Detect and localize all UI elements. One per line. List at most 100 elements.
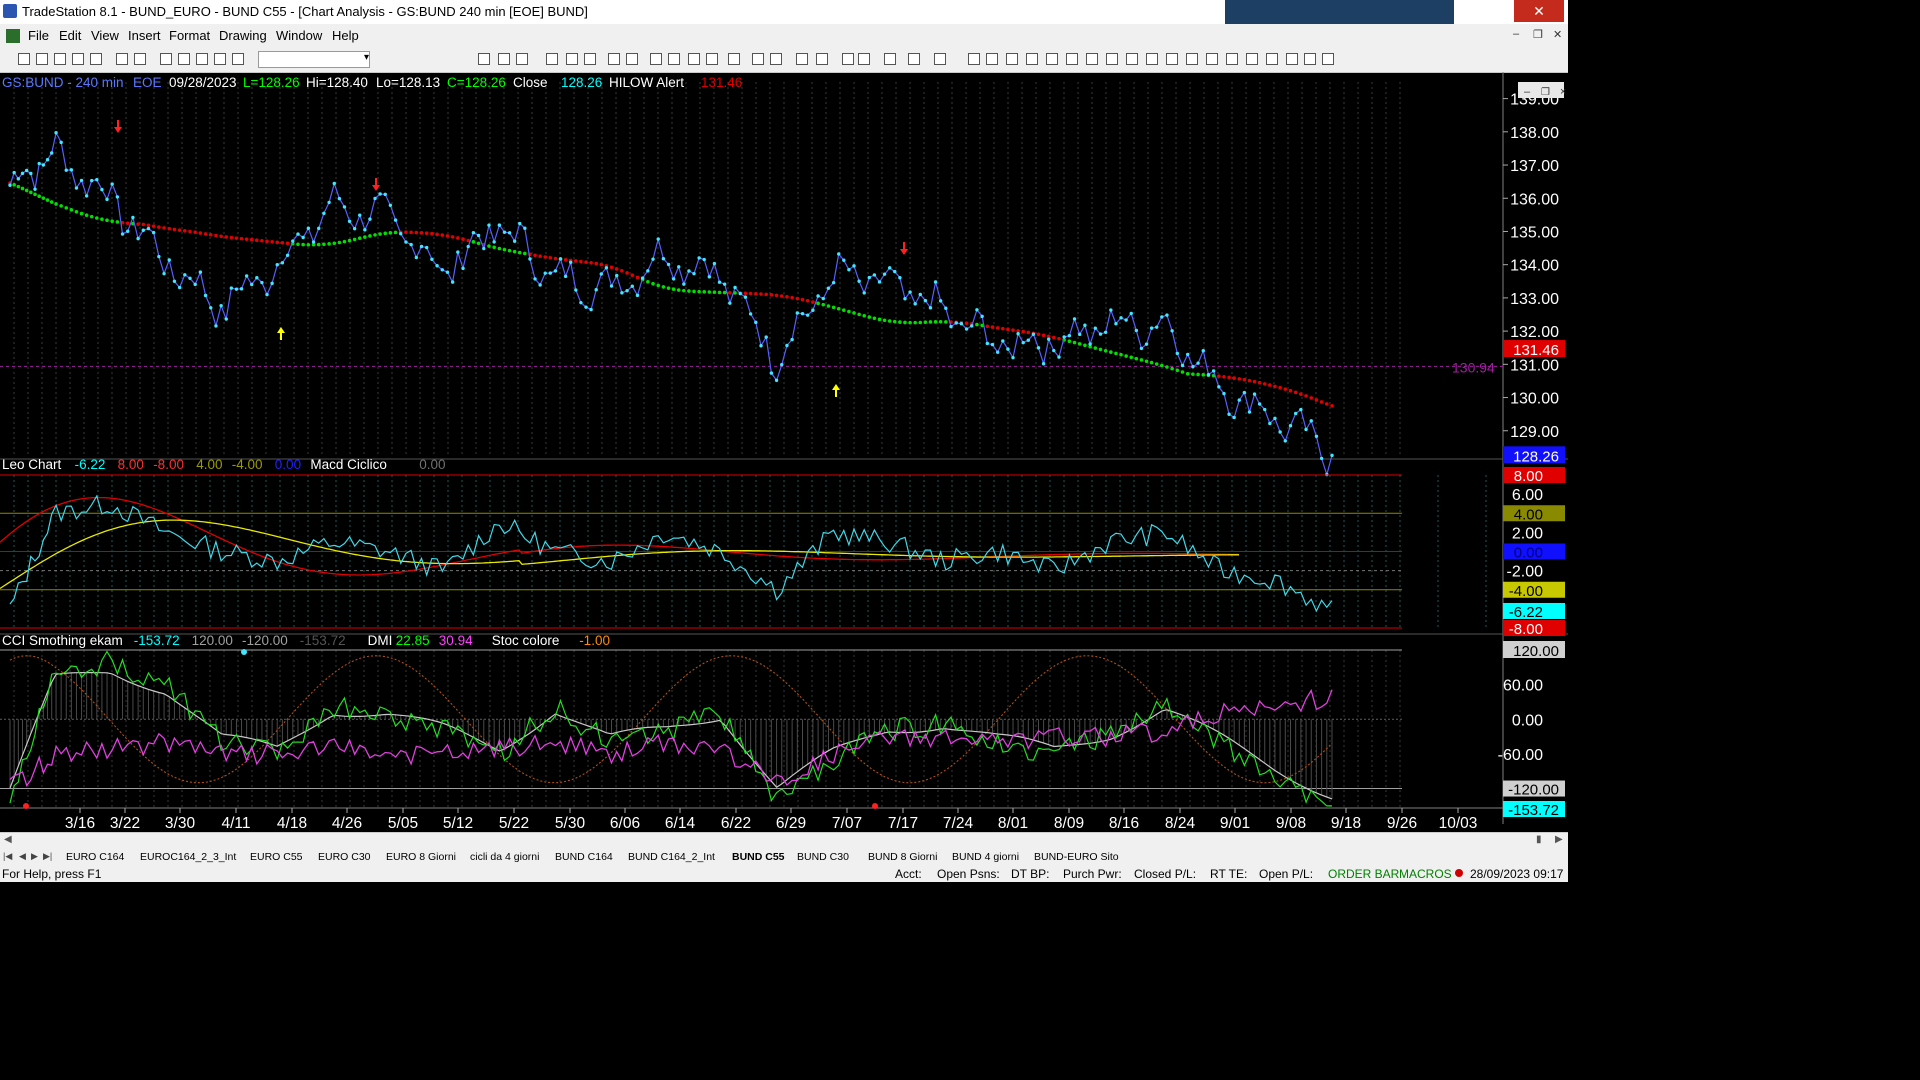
toolbar-tool-icon[interactable] <box>770 53 782 65</box>
menu-view[interactable]: View <box>91 28 119 43</box>
toolbar-tool-icon[interactable] <box>1066 53 1078 65</box>
toolbar-tool-icon[interactable] <box>1106 53 1118 65</box>
toolbar-tool-icon[interactable] <box>498 53 510 65</box>
menu-file[interactable]: File <box>28 28 49 43</box>
maximize-icon[interactable]: ❐ <box>1484 0 1514 22</box>
toolbar-tool-icon[interactable] <box>72 53 84 65</box>
workspace-tab[interactable]: EURO 8 Giorni <box>386 851 456 863</box>
horizontal-scrollbar[interactable]: ◀ ▮ ▶ <box>0 832 1568 849</box>
toolbar-tool-icon[interactable] <box>1146 53 1158 65</box>
toolbar-tool-icon[interactable] <box>1126 53 1138 65</box>
toolbar-tool-icon[interactable] <box>90 53 102 65</box>
workspace-tab[interactable]: BUND C164_2_Int <box>628 851 715 863</box>
menu-help[interactable]: Help <box>332 28 359 43</box>
mdi-restore-icon[interactable]: ❐ <box>1533 28 1543 41</box>
tab-last-icon[interactable]: ▶| <box>43 851 52 862</box>
toolbar-tool-icon[interactable] <box>1304 53 1316 65</box>
toolbar-tool-icon[interactable] <box>816 53 828 65</box>
toolbar-tool-icon[interactable] <box>1226 53 1238 65</box>
tab-next-icon[interactable]: ▶ <box>31 851 38 862</box>
toolbar-tool-icon[interactable] <box>752 53 764 65</box>
toolbar-tool-icon[interactable] <box>1266 53 1278 65</box>
workspace-tab[interactable]: EURO C55 <box>250 851 303 863</box>
status-macros[interactable]: MACROS <box>1399 867 1452 881</box>
toolbar-tool-icon[interactable] <box>934 53 946 65</box>
toolbar-tool-icon[interactable] <box>232 53 244 65</box>
toolbar-tool-icon[interactable] <box>546 53 558 65</box>
toolbar-tool-icon[interactable] <box>1086 53 1098 65</box>
toolbar-tool-icon[interactable] <box>626 53 638 65</box>
toolbar-tool-icon[interactable] <box>884 53 896 65</box>
price-dot <box>1001 339 1005 343</box>
ma-dot <box>445 234 450 238</box>
toolbar-tool-icon[interactable] <box>1166 53 1178 65</box>
toolbar-tool-icon[interactable] <box>160 53 172 65</box>
toolbar-tool-icon[interactable] <box>688 53 700 65</box>
toolbar-tool-icon[interactable] <box>706 53 718 65</box>
mdi-minimize-icon[interactable]: – <box>1513 28 1519 40</box>
workspace-tab[interactable]: BUND C164 <box>555 851 613 863</box>
toolbar-tool-icon[interactable] <box>1186 53 1198 65</box>
workspace-tab[interactable]: cicli da 4 giorni <box>470 851 539 863</box>
workspace-tab[interactable]: BUND-EURO Sito <box>1034 851 1119 863</box>
toolbar-tool-icon[interactable] <box>908 53 920 65</box>
toolbar-tool-icon[interactable] <box>478 53 490 65</box>
menu-edit[interactable]: Edit <box>59 28 81 43</box>
close-icon[interactable]: ✕ <box>1514 0 1564 22</box>
scroll-thumb-icon[interactable]: ▮ <box>1536 834 1542 845</box>
menu-drawing[interactable]: Drawing <box>219 28 267 43</box>
toolbar-tool-icon[interactable] <box>986 53 998 65</box>
toolbar-tool-icon[interactable] <box>1046 53 1058 65</box>
toolbar-tool-icon[interactable] <box>650 53 662 65</box>
mdi-close-icon[interactable]: ✕ <box>1553 28 1562 41</box>
toolbar-tool-icon[interactable] <box>1006 53 1018 65</box>
toolbar-tool-icon[interactable] <box>1246 53 1258 65</box>
toolbar-tool-icon[interactable] <box>214 53 226 65</box>
toolbar-tool-icon[interactable] <box>858 53 870 65</box>
toolbar-tool-icon[interactable] <box>134 53 146 65</box>
cci-legend-item: 120.00 <box>192 633 233 648</box>
toolbar-tool-icon[interactable] <box>584 53 596 65</box>
tab-first-icon[interactable]: |◀ <box>3 851 12 862</box>
toolbar-tool-icon[interactable] <box>1286 53 1298 65</box>
toolbar-tool-icon[interactable] <box>968 53 980 65</box>
menu-window[interactable]: Window <box>276 28 322 43</box>
menu-format[interactable]: Format <box>169 28 210 43</box>
workspace-tab[interactable]: BUND C30 <box>797 851 849 863</box>
workspace-tab[interactable]: BUND 8 Giorni <box>868 851 937 863</box>
workspace-tab[interactable]: BUND 4 giorni <box>952 851 1019 863</box>
minimize-icon[interactable]: — <box>1454 0 1484 22</box>
workspace-tab[interactable]: EUROC164_2_3_Int <box>140 851 236 863</box>
status-order-bar[interactable]: ORDER BAR <box>1328 867 1399 881</box>
toolbar-tool-icon[interactable] <box>18 53 30 65</box>
tab-prev-icon[interactable]: ◀ <box>19 851 26 862</box>
toolbar-tool-icon[interactable] <box>36 53 48 65</box>
toolbar-tool-icon[interactable] <box>116 53 128 65</box>
toolbar-tool-icon[interactable] <box>728 53 740 65</box>
reference-line-label: 130.94 <box>1452 359 1495 375</box>
chart-area[interactable]: 130.94139.00138.00137.00136.00135.00134.… <box>0 72 1568 832</box>
toolbar-tool-icon[interactable] <box>668 53 680 65</box>
workspace-tab[interactable]: EURO C30 <box>318 851 371 863</box>
scroll-left-icon[interactable]: ◀ <box>4 834 12 845</box>
toolbar-tool-icon[interactable] <box>796 53 808 65</box>
scroll-right-icon[interactable]: ▶ <box>1555 834 1563 845</box>
toolbar-tool-icon[interactable] <box>516 53 528 65</box>
ma-dot <box>697 289 701 294</box>
toolbar-tool-icon[interactable] <box>1026 53 1038 65</box>
toolbar-tool-icon[interactable] <box>178 53 190 65</box>
workspace-tab[interactable]: BUND C55 <box>732 851 785 863</box>
price-dot <box>1170 329 1174 333</box>
status-line-high: Hi=128.40 <box>306 75 368 90</box>
toolbar-tool-icon[interactable] <box>1322 53 1334 65</box>
workspace-tab[interactable]: EURO C164 <box>66 851 124 863</box>
toolbar-tool-icon[interactable] <box>608 53 620 65</box>
symbol-combo[interactable]: ▾ <box>258 51 370 68</box>
menu-insert[interactable]: Insert <box>128 28 161 43</box>
toolbar-tool-icon[interactable] <box>1206 53 1218 65</box>
toolbar-tool-icon[interactable] <box>196 53 208 65</box>
toolbar-tool-icon[interactable] <box>54 53 66 65</box>
price-dot <box>131 215 135 220</box>
toolbar-tool-icon[interactable] <box>566 53 578 65</box>
toolbar-tool-icon[interactable] <box>842 53 854 65</box>
